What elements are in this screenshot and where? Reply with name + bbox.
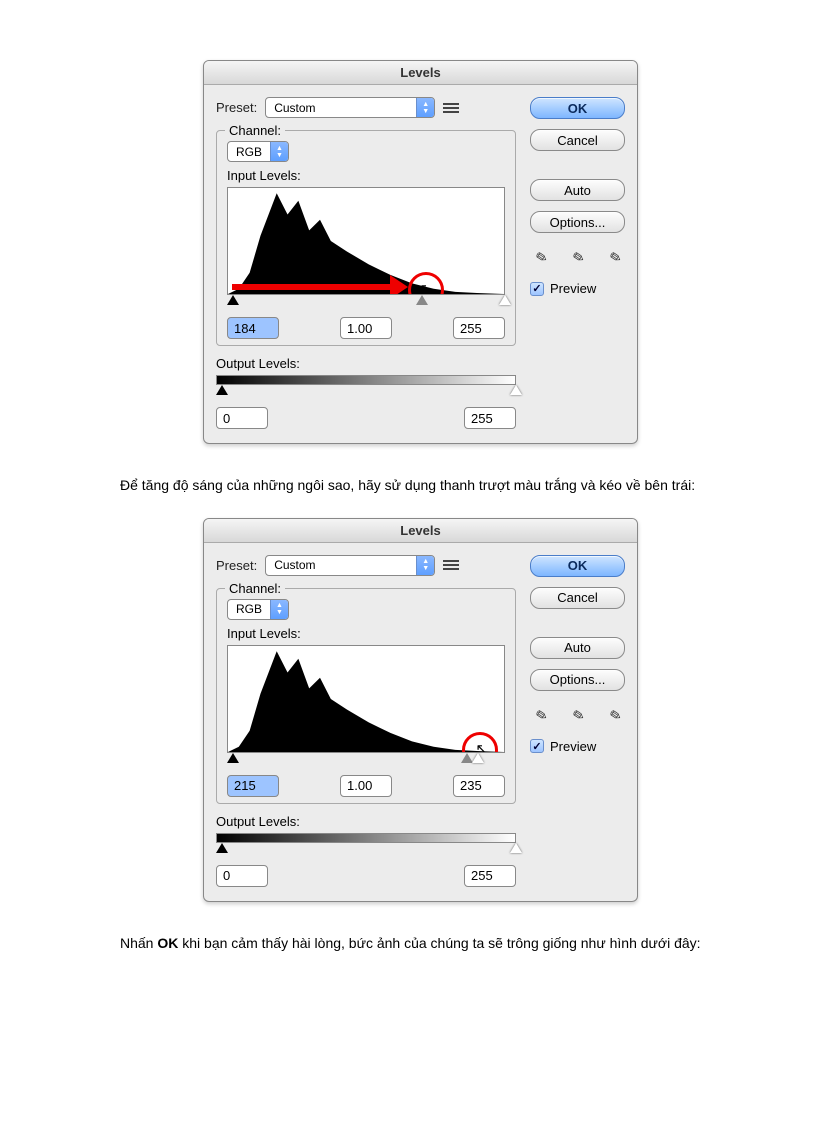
preset-label: Preset: bbox=[216, 100, 257, 115]
dialog-title: Levels bbox=[204, 519, 637, 543]
ok-button[interactable]: OK bbox=[530, 555, 625, 577]
eyedropper-gray-icon[interactable]: ✎ bbox=[569, 247, 587, 268]
output-black-field[interactable]: 0 bbox=[216, 407, 268, 429]
output-white-slider[interactable] bbox=[510, 843, 522, 853]
paragraph-1: Để tăng độ sáng của những ngôi sao, hãy … bbox=[120, 474, 721, 498]
output-slider-track[interactable] bbox=[216, 845, 516, 859]
eyedropper-white-icon[interactable]: ✎ bbox=[606, 705, 624, 726]
cursor-icon: ↖ bbox=[475, 740, 488, 753]
input-white-field[interactable]: 235 bbox=[453, 775, 505, 797]
black-point-slider[interactable] bbox=[227, 295, 239, 305]
output-black-slider[interactable] bbox=[216, 385, 228, 395]
input-levels-label: Input Levels: bbox=[227, 626, 505, 641]
dropdown-arrows-icon: ▲▼ bbox=[270, 142, 288, 161]
options-button[interactable]: Options... bbox=[530, 669, 625, 691]
output-white-field[interactable]: 255 bbox=[464, 407, 516, 429]
eyedropper-gray-icon[interactable]: ✎ bbox=[569, 705, 587, 726]
cancel-button[interactable]: Cancel bbox=[530, 587, 625, 609]
channel-value: RGB bbox=[228, 602, 270, 616]
preview-label: Preview bbox=[550, 739, 596, 754]
dropdown-arrows-icon: ▲▼ bbox=[416, 98, 434, 117]
dropdown-arrows-icon: ▲▼ bbox=[416, 556, 434, 575]
input-levels-label: Input Levels: bbox=[227, 168, 505, 183]
auto-button[interactable]: Auto bbox=[530, 179, 625, 201]
dialog-title: Levels bbox=[204, 61, 637, 85]
preview-checkbox[interactable]: ✓ bbox=[530, 739, 544, 753]
input-gamma-field[interactable]: 1.00 bbox=[340, 317, 392, 339]
black-point-slider[interactable] bbox=[227, 753, 239, 763]
auto-button[interactable]: Auto bbox=[530, 637, 625, 659]
preset-dropdown[interactable]: Custom ▲▼ bbox=[265, 555, 435, 576]
options-button[interactable]: Options... bbox=[530, 211, 625, 233]
input-gamma-field[interactable]: 1.00 bbox=[340, 775, 392, 797]
eyedropper-white-icon[interactable]: ✎ bbox=[606, 247, 624, 268]
white-point-slider[interactable] bbox=[472, 753, 484, 763]
preset-value: Custom bbox=[266, 558, 416, 572]
input-slider-track[interactable] bbox=[227, 755, 505, 769]
input-black-field[interactable]: 184 bbox=[227, 317, 279, 339]
eyedropper-black-icon[interactable]: ✎ bbox=[531, 705, 549, 726]
output-black-field[interactable]: 0 bbox=[216, 865, 268, 887]
preset-menu-icon[interactable] bbox=[443, 101, 459, 115]
gamma-slider[interactable] bbox=[416, 295, 428, 305]
input-black-field[interactable]: 215 bbox=[227, 775, 279, 797]
output-gradient bbox=[216, 375, 516, 385]
output-gradient bbox=[216, 833, 516, 843]
histogram: ↖ bbox=[227, 187, 505, 295]
input-white-field[interactable]: 255 bbox=[453, 317, 505, 339]
channel-label: Channel: bbox=[225, 123, 285, 138]
output-white-field[interactable]: 255 bbox=[464, 865, 516, 887]
levels-dialog: Levels Preset: Custom ▲▼ Channel: bbox=[203, 518, 638, 902]
channel-fieldset: Channel: RGB ▲▼ Input Levels: bbox=[216, 130, 516, 346]
output-black-slider[interactable] bbox=[216, 843, 228, 853]
cancel-button[interactable]: Cancel bbox=[530, 129, 625, 151]
preset-label: Preset: bbox=[216, 558, 257, 573]
channel-fieldset: Channel: RGB ▲▼ Input Levels: ↖ bbox=[216, 588, 516, 804]
histogram: ↖ bbox=[227, 645, 505, 753]
preview-label: Preview bbox=[550, 281, 596, 296]
paragraph-2: Nhấn OK khi bạn cảm thấy hài lòng, bức ả… bbox=[120, 932, 721, 956]
white-point-slider[interactable] bbox=[499, 295, 511, 305]
channel-label: Channel: bbox=[225, 581, 285, 596]
levels-dialog: Levels Preset: Custom ▲▼ Channel: bbox=[203, 60, 638, 444]
channel-dropdown[interactable]: RGB ▲▼ bbox=[227, 141, 289, 162]
channel-dropdown[interactable]: RGB ▲▼ bbox=[227, 599, 289, 620]
eyedropper-black-icon[interactable]: ✎ bbox=[531, 247, 549, 268]
dropdown-arrows-icon: ▲▼ bbox=[270, 600, 288, 619]
preset-menu-icon[interactable] bbox=[443, 558, 459, 572]
output-levels-label: Output Levels: bbox=[216, 356, 516, 371]
output-slider-track[interactable] bbox=[216, 387, 516, 401]
channel-value: RGB bbox=[228, 145, 270, 159]
red-arrow-annotation bbox=[232, 284, 392, 290]
output-white-slider[interactable] bbox=[510, 385, 522, 395]
output-levels-label: Output Levels: bbox=[216, 814, 516, 829]
preset-dropdown[interactable]: Custom ▲▼ bbox=[265, 97, 435, 118]
input-slider-track[interactable] bbox=[227, 297, 505, 311]
cursor-icon: ↖ bbox=[419, 280, 432, 295]
preview-checkbox[interactable]: ✓ bbox=[530, 282, 544, 296]
preset-value: Custom bbox=[266, 101, 416, 115]
ok-button[interactable]: OK bbox=[530, 97, 625, 119]
